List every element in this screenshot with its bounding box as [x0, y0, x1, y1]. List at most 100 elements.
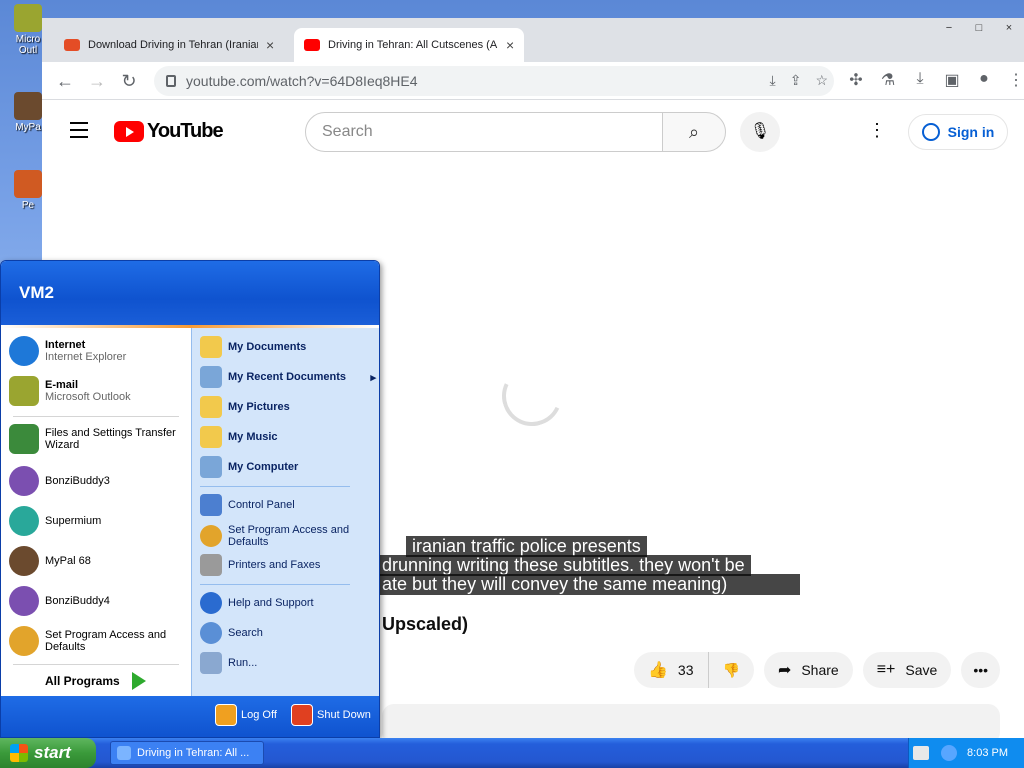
- separator: [200, 486, 350, 487]
- pinned-internet[interactable]: Internet Internet Explorer: [9, 336, 126, 366]
- item-label: My Pictures: [228, 401, 290, 413]
- tab-close-icon[interactable]: ×: [506, 37, 514, 53]
- shut-down-button[interactable]: Shut Down: [291, 704, 371, 726]
- log-off-button[interactable]: Log Off: [215, 704, 277, 726]
- back-icon[interactable]: ←: [54, 70, 76, 92]
- menu-kebab-icon[interactable]: ⋮: [1006, 70, 1024, 90]
- control-panel-icon: [200, 494, 222, 516]
- internet-explorer-icon: [9, 336, 39, 366]
- help-support-link[interactable]: Help and Support: [200, 592, 314, 614]
- item-label: Run...: [228, 657, 258, 669]
- recent-mypal[interactable]: MyPal 68: [9, 546, 91, 576]
- submenu-arrow-icon: ▸: [370, 371, 376, 384]
- recent-bonzibuddy4[interactable]: BonziBuddy4: [9, 586, 110, 616]
- bookmark-star-icon[interactable]: ☆: [815, 72, 828, 89]
- printers-faxes-link[interactable]: Printers and Faxes: [200, 554, 320, 576]
- set-program-access-link[interactable]: Set Program Access and Defaults: [200, 524, 350, 548]
- like-count: 33: [677, 662, 694, 678]
- run-link[interactable]: Run...: [200, 652, 257, 674]
- dislike-button[interactable]: 👎: [708, 652, 754, 688]
- power-icon: [291, 704, 313, 726]
- tab-close-icon[interactable]: ×: [266, 37, 274, 53]
- labs-flask-icon[interactable]: ⚗: [878, 70, 898, 90]
- my-computer-link[interactable]: My Computer: [200, 456, 298, 478]
- pinned-email[interactable]: E-mail Microsoft Outlook: [9, 376, 131, 406]
- tab-download[interactable]: Download Driving in Tehran (Iranian ×: [54, 28, 284, 62]
- tray-expand-icon[interactable]: [941, 745, 958, 761]
- hamburger-menu-icon[interactable]: [70, 122, 88, 143]
- install-icon[interactable]: ⤓: [770, 72, 776, 89]
- recent-docs-icon: [200, 366, 222, 388]
- lock-icon: [166, 75, 176, 87]
- profile-avatar-icon[interactable]: ●: [974, 70, 994, 90]
- computer-icon: [200, 456, 222, 478]
- voice-search-button[interactable]: 🎙: [740, 112, 780, 152]
- favicon-icon: [64, 39, 80, 51]
- search-input[interactable]: Search: [305, 112, 663, 152]
- playlist-add-icon: ≡+: [876, 661, 896, 678]
- separator: [13, 664, 179, 665]
- keyboard-icon[interactable]: [913, 746, 930, 760]
- youtube-logo[interactable]: YouTube: [114, 120, 224, 143]
- my-documents-link[interactable]: My Documents: [200, 336, 306, 358]
- all-programs-label: All Programs: [45, 674, 120, 688]
- address-bar[interactable]: youtube.com/watch?v=64D8Ieq8HE4 ⤓ ⇪ ☆: [154, 66, 834, 96]
- outlook-icon: [9, 376, 39, 406]
- program-access-icon: [200, 525, 222, 547]
- separator: [200, 584, 350, 585]
- caption-line: iranian traffic police presents: [406, 536, 647, 557]
- description-box[interactable]: [382, 704, 1000, 738]
- like-dislike-group: 👍 33 👎: [634, 652, 754, 688]
- more-actions-button[interactable]: •••: [961, 652, 1001, 688]
- tab-title: Download Driving in Tehran (Iranian: [88, 39, 258, 51]
- clock[interactable]: 8:03 PM: [967, 747, 1008, 759]
- program-access-icon: [9, 626, 39, 656]
- control-panel-link[interactable]: Control Panel: [200, 494, 295, 516]
- recent-files-transfer[interactable]: Files and Settings Transfer Wizard: [9, 424, 185, 454]
- start-menu-places: My Documents My Recent Documents ▸ My Pi…: [191, 328, 379, 698]
- settings-kebab-icon[interactable]: ⋮: [868, 120, 886, 141]
- all-programs-button[interactable]: All Programs: [45, 672, 146, 690]
- tab-youtube[interactable]: Driving in Tehran: All Cutscenes (AI ×: [294, 28, 525, 62]
- side-panel-icon[interactable]: ▣: [942, 70, 962, 90]
- account-icon: [921, 123, 940, 141]
- app-icon: [14, 170, 42, 198]
- tab-strip: Download Driving in Tehran (Iranian × Dr…: [42, 18, 1024, 62]
- thumbs-down-icon: 👎: [722, 661, 740, 678]
- minimize-button[interactable]: −: [934, 18, 964, 38]
- youtube-wordmark: YouTube: [147, 120, 224, 142]
- maximize-button[interactable]: □: [964, 18, 994, 38]
- reload-icon[interactable]: ↻: [118, 70, 140, 92]
- recent-supermium[interactable]: Supermium: [9, 506, 101, 536]
- video-actions: 👍 33 👎 ➦ Share ≡+ Save •••: [634, 652, 1001, 688]
- recent-bonzibuddy3[interactable]: BonziBuddy3: [9, 466, 110, 496]
- item-sublabel: Internet Explorer: [45, 351, 127, 363]
- save-button[interactable]: ≡+ Save: [862, 652, 952, 688]
- search-button[interactable]: ⌕: [662, 112, 726, 152]
- close-button[interactable]: ×: [994, 18, 1024, 38]
- taskbar-item-browser[interactable]: Driving in Tehran: All ...: [110, 741, 264, 765]
- sign-in-button[interactable]: Sign in: [908, 114, 1008, 150]
- search-link[interactable]: Search: [200, 622, 263, 644]
- like-button[interactable]: 👍 33: [634, 652, 709, 688]
- youtube-header: YouTube Search ⌕ 🎙 ⋮ Sign in: [42, 100, 1024, 162]
- desktop-icon-label: Micro Outl: [15, 34, 41, 56]
- item-label: BonziBuddy3: [45, 475, 110, 487]
- my-music-link[interactable]: My Music: [200, 426, 278, 448]
- microphone-icon: 🎙: [749, 123, 771, 140]
- my-pictures-link[interactable]: My Pictures: [200, 396, 290, 418]
- start-menu-programs: Internet Internet Explorer E-mail Micros…: [1, 328, 191, 698]
- start-label: start: [34, 743, 71, 762]
- my-recent-documents-link[interactable]: My Recent Documents ▸: [200, 366, 376, 388]
- share-icon[interactable]: ⇪: [790, 72, 802, 89]
- search-magnifier-icon: [200, 622, 222, 644]
- system-tray: 8:03 PM: [908, 738, 1024, 768]
- downloads-icon[interactable]: ⤓: [910, 70, 930, 90]
- supermium-icon: [9, 506, 39, 536]
- taskbar-item-title: Driving in Tehran: All ...: [137, 747, 250, 759]
- start-button[interactable]: start: [0, 738, 96, 768]
- forward-icon[interactable]: →: [86, 70, 108, 92]
- share-button[interactable]: ➦ Share: [763, 652, 853, 688]
- extensions-icon[interactable]: ✣: [846, 70, 866, 90]
- recent-set-program-access[interactable]: Set Program Access and Defaults: [9, 626, 185, 656]
